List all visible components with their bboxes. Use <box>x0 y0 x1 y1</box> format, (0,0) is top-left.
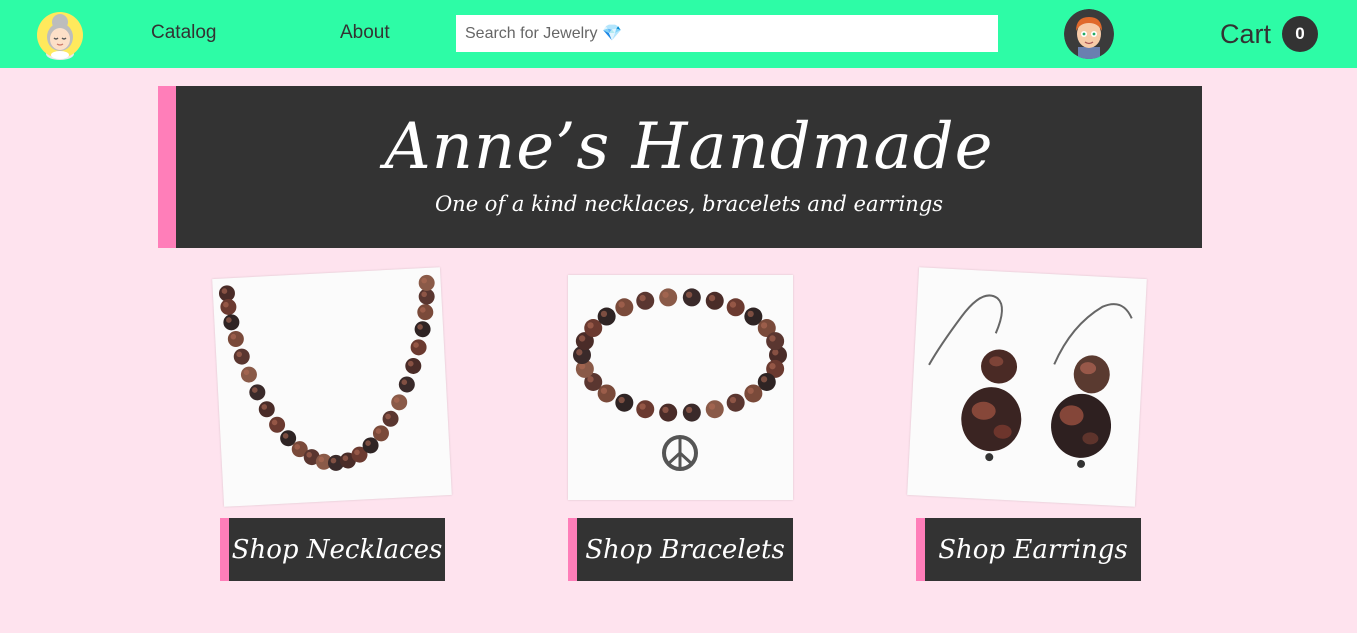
cart-button[interactable]: Cart 0 <box>1220 16 1319 52</box>
logo-icon[interactable] <box>35 8 85 62</box>
earrings-photo[interactable] <box>907 267 1147 507</box>
search-input[interactable] <box>456 15 998 52</box>
shop-bracelets-button[interactable]: Shop Bracelets <box>568 518 793 581</box>
cart-label: Cart <box>1220 18 1272 49</box>
necklace-photo[interactable] <box>212 267 452 507</box>
bracelet-photo[interactable] <box>568 275 793 500</box>
user-avatar-icon[interactable] <box>1064 9 1114 59</box>
nav-catalog-link[interactable]: Catalog <box>151 22 217 44</box>
nav-about-link[interactable]: About <box>340 22 390 44</box>
hero-title: Anne’s Handmade <box>384 110 994 184</box>
hero-subtitle: One of a kind necklaces, bracelets and e… <box>434 192 944 216</box>
hero-banner: Anne’s Handmade One of a kind necklaces,… <box>158 86 1202 248</box>
shop-earrings-button[interactable]: Shop Earrings <box>916 518 1141 581</box>
cart-count-badge: 0 <box>1282 16 1319 52</box>
shop-necklaces-button[interactable]: Shop Necklaces <box>220 518 445 581</box>
top-nav: Catalog About Cart 0 <box>0 0 1357 68</box>
